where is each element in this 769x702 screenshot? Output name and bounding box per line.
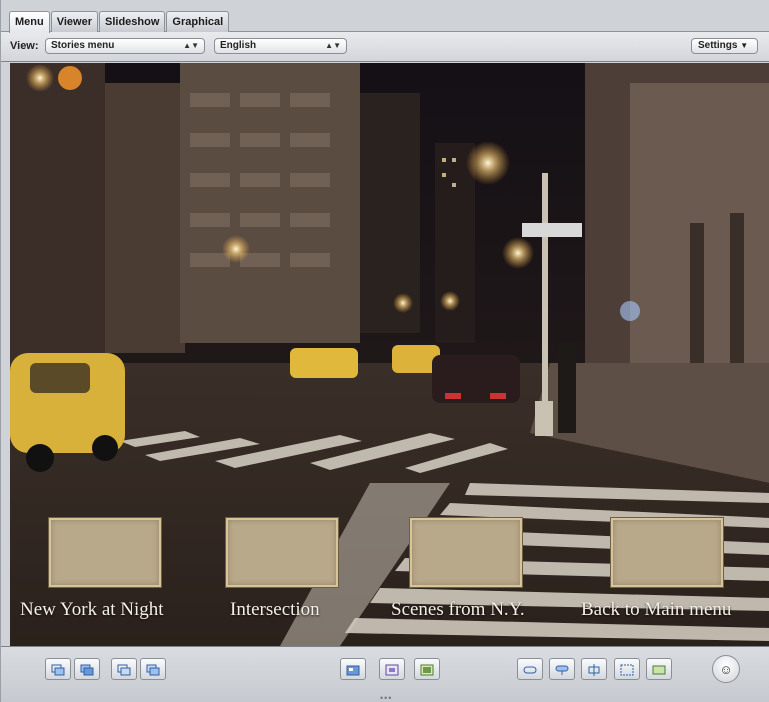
settings-button[interactable]: Settings ▼ [691, 38, 758, 54]
menu-button-label: New York at Night [20, 599, 164, 620]
add-slideshow-button[interactable] [414, 658, 440, 680]
tab-menu[interactable]: Menu [9, 11, 50, 33]
add-menu-button[interactable] [340, 658, 366, 680]
bottom-toolbar: ☺ ••• [1, 646, 769, 702]
standard-crop-icon [652, 663, 666, 675]
chevron-down-icon: ▼ [740, 41, 749, 50]
menu-button-new-york-at-night[interactable] [49, 518, 161, 587]
safe-area-icon [620, 663, 634, 676]
language-select[interactable]: English ▲▼ [214, 38, 347, 54]
route-button[interactable] [549, 658, 575, 680]
tab-viewer[interactable]: Viewer [50, 11, 99, 32]
add-submenu-alt-icon [80, 663, 94, 676]
add-text-alt-icon [146, 663, 160, 676]
view-label: View: [10, 40, 39, 52]
popup-arrows-icon: ▲▼ [183, 41, 199, 50]
menu-button-scenes-from-ny[interactable] [410, 518, 522, 587]
add-text-button[interactable] [111, 658, 137, 680]
add-submenu-button[interactable] [45, 658, 71, 680]
tab-bar: Menu Viewer Slideshow Graphical [9, 11, 230, 33]
simulator-icon: ☺ [719, 661, 733, 677]
menu-button-label: Back to Main menu [581, 599, 732, 620]
menu-button-back-to-main-menu[interactable] [611, 518, 723, 587]
safe-area-button[interactable] [614, 658, 640, 680]
menu-canvas[interactable]: New York at Night Intersection Scenes fr… [10, 63, 769, 646]
view-select-value: Stories menu [51, 40, 115, 51]
menu-button-intersection[interactable] [226, 518, 338, 587]
settings-label: Settings [698, 40, 738, 51]
menu-toolbar: View: Stories menu ▲▼ English ▲▼ Setting… [1, 32, 769, 62]
menu-button-label: Scenes from N.Y. [391, 599, 525, 620]
motion-icon [587, 663, 601, 676]
tab-slideshow[interactable]: Slideshow [99, 11, 166, 32]
title-safe-icon [523, 663, 537, 675]
standard-crop-button[interactable] [646, 658, 672, 680]
menu-button-label: Intersection [230, 599, 320, 620]
add-submenu-icon [51, 663, 65, 676]
add-story-button[interactable] [379, 658, 405, 680]
motion-button[interactable] [581, 658, 607, 680]
view-select[interactable]: Stories menu ▲▼ [45, 38, 205, 54]
popup-arrows-icon: ▲▼ [325, 41, 341, 50]
add-text-alt-button[interactable] [140, 658, 166, 680]
add-submenu-alt-button[interactable] [74, 658, 100, 680]
add-menu-icon [346, 663, 360, 676]
add-slideshow-icon [420, 663, 434, 676]
dvd-studio-menu-editor: Menu Viewer Slideshow Graphical View: St… [0, 0, 769, 702]
title-safe-button[interactable] [517, 658, 543, 680]
resize-grip-icon[interactable]: ••• [380, 693, 392, 702]
tab-graphical[interactable]: Graphical [166, 11, 230, 32]
add-text-icon [117, 663, 131, 676]
simulator-button[interactable]: ☺ [712, 655, 740, 683]
language-select-value: English [220, 40, 257, 51]
add-story-icon [385, 663, 399, 676]
route-icon [555, 663, 569, 675]
